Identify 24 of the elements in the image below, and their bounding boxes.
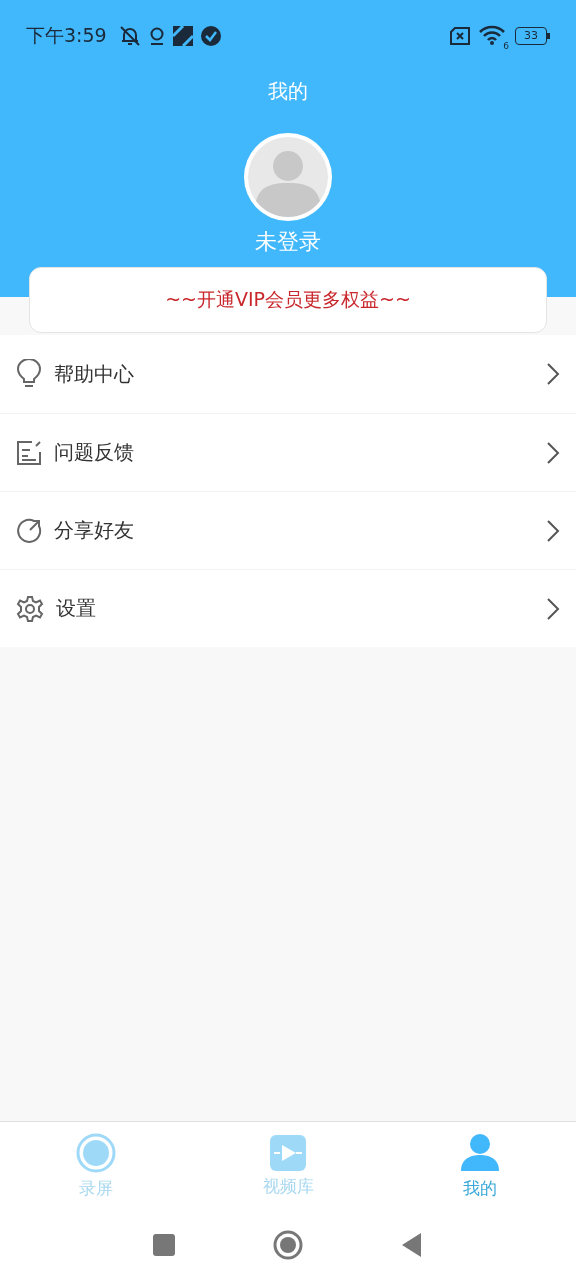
app-icon [172, 26, 193, 46]
lightbulb-icon [16, 359, 42, 389]
page-title: 我的 [268, 78, 308, 105]
share-icon [16, 517, 42, 544]
vip-banner[interactable]: ~~开通VIP会员更多权益~~ [29, 267, 547, 333]
settings-icon [16, 594, 44, 623]
record-icon [76, 1132, 116, 1173]
chevron-right-icon [546, 362, 560, 386]
check-circle-icon [200, 26, 221, 46]
chevron-right-icon [546, 518, 560, 543]
home-button[interactable] [273, 1230, 303, 1260]
sim-off-icon [449, 27, 471, 45]
bell-muted-icon [118, 25, 141, 47]
battery-tip-icon [547, 33, 550, 39]
status-time: 下午3:59 [26, 23, 107, 48]
back-button[interactable] [401, 1232, 423, 1258]
person-icon [460, 1132, 500, 1173]
edit-icon [16, 439, 42, 466]
chevron-right-icon [546, 596, 560, 621]
chevron-right-icon [546, 440, 560, 465]
wifi-icon [479, 25, 505, 45]
battery-level: 33 [515, 27, 547, 45]
play-icon [270, 1134, 306, 1171]
wifi-label: 6 [503, 41, 509, 51]
